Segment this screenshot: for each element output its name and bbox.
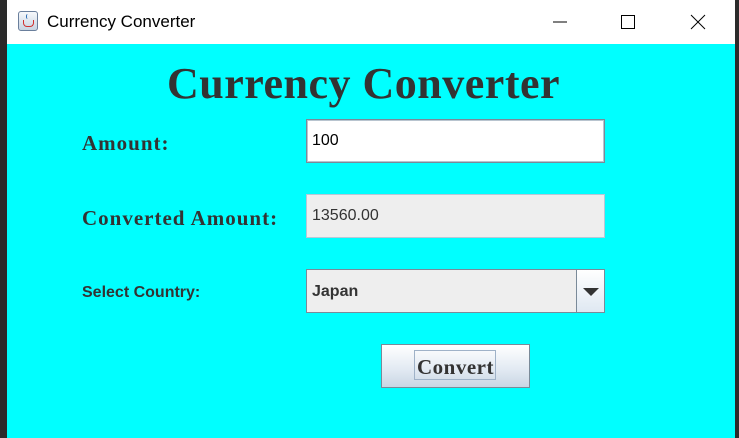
maximize-button[interactable]: [605, 0, 651, 44]
converted-amount-label: Converted Amount:: [82, 206, 279, 230]
minimize-button[interactable]: [537, 0, 583, 44]
page-title: Currency Converter: [166, 59, 561, 108]
select-country-label: Select Country:: [82, 284, 201, 301]
converted-amount-field[interactable]: [306, 194, 605, 238]
window-title: Currency Converter: [47, 12, 196, 31]
minimize-icon: [553, 21, 567, 23]
chevron-down-icon[interactable]: [576, 270, 604, 312]
amount-input[interactable]: [306, 119, 605, 163]
amount-label: Amount:: [82, 131, 170, 155]
country-select[interactable]: Japan: [306, 269, 605, 313]
country-select-value: Japan: [312, 283, 359, 300]
close-button[interactable]: [675, 0, 721, 44]
convert-button[interactable]: Convert: [381, 344, 530, 388]
title-bar[interactable]: Currency Converter: [7, 0, 735, 44]
convert-button-label: Convert: [417, 355, 494, 379]
close-icon: [690, 14, 706, 30]
java-app-icon: [18, 11, 38, 31]
app-window: Currency Converter Currency Converter Am…: [7, 0, 735, 438]
maximize-icon: [621, 15, 635, 29]
